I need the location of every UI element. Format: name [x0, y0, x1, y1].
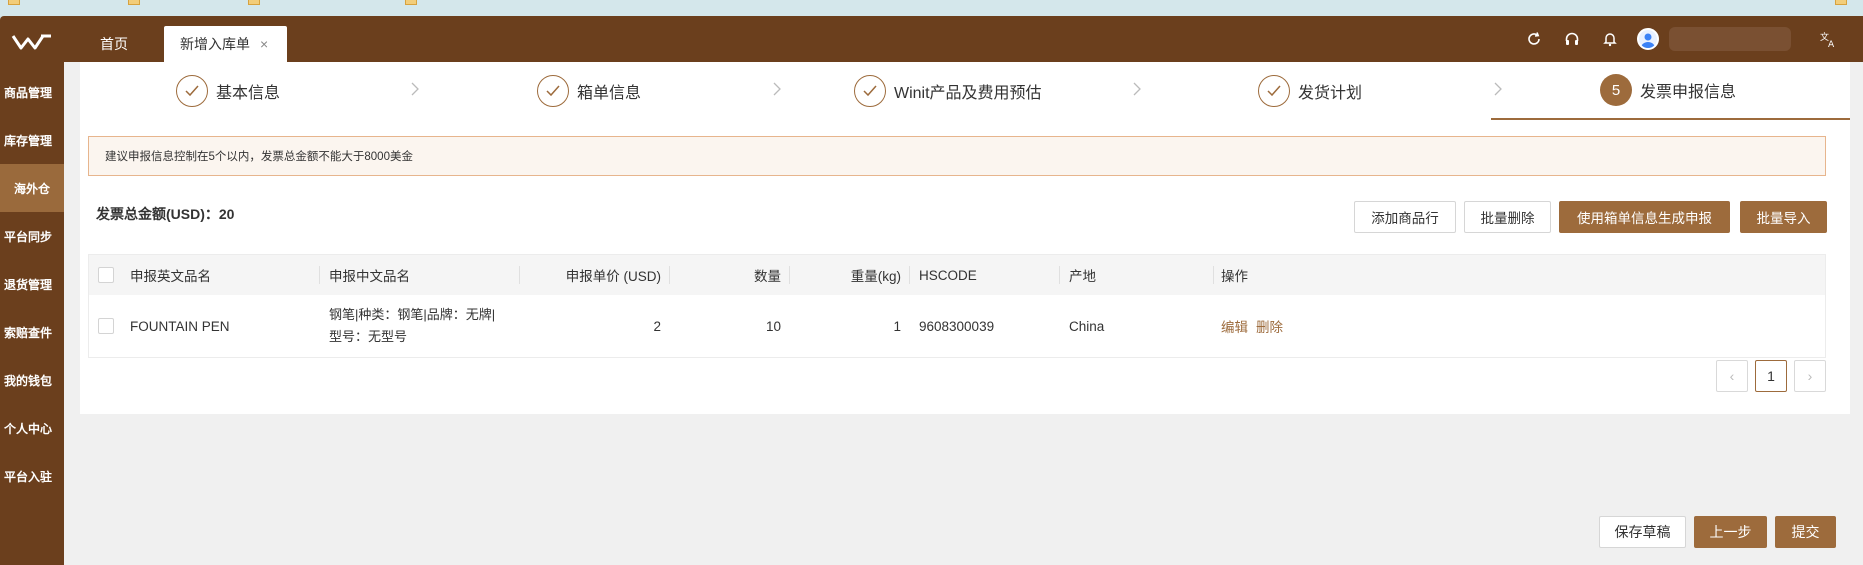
bookmark-folder-icon[interactable] — [128, 0, 140, 5]
prev-page-button[interactable]: ‹ — [1716, 360, 1748, 392]
row-hscode: 9608300039 — [919, 318, 995, 334]
check-icon — [1258, 75, 1290, 107]
top-icons: 文A — [1523, 16, 1863, 62]
check-icon — [537, 75, 569, 107]
step-indicator: 基本信息 箱单信息 Winit产品及费用预估 发货计划 5 发票申报信息 — [80, 62, 1850, 120]
submit-button[interactable]: 提交 — [1775, 516, 1836, 548]
col-hscode: HSCODE — [919, 267, 977, 283]
table-row: FOUNTAIN PEN 钢笔|种类：钢笔|品牌：无牌| 型号：无型号 2 10… — [89, 295, 1825, 357]
sidebar-item-profile[interactable]: 个人中心 — [0, 404, 64, 452]
bookmark-folder-icon[interactable] — [1835, 0, 1847, 5]
row-en-name: FOUNTAIN PEN — [130, 318, 230, 334]
delete-link[interactable]: 删除 — [1256, 316, 1283, 336]
row-cn-name-line: 型号：无型号 — [329, 329, 408, 344]
step-label: 基本信息 — [216, 85, 281, 102]
step-invoice-declaration[interactable]: 5 发票申报信息 — [1491, 62, 1850, 120]
winit-logo-icon[interactable] — [0, 16, 64, 68]
column-divider — [909, 266, 910, 284]
refresh-icon[interactable] — [1523, 28, 1545, 50]
sidebar-item-overseas-warehouse[interactable]: 海外仓 — [0, 164, 64, 212]
step-basic-info[interactable]: 基本信息 — [176, 62, 280, 120]
step-label: 发票申报信息 — [1640, 84, 1737, 101]
batch-import-button[interactable]: 批量导入 — [1740, 201, 1827, 233]
add-row-button[interactable]: 添加商品行 — [1354, 201, 1456, 233]
col-en-name: 申报英文品名 — [130, 269, 211, 284]
step-label: 发货计划 — [1298, 85, 1363, 102]
row-cn-name: 钢笔|种类：钢笔|品牌：无牌| 型号：无型号 — [329, 295, 517, 357]
tab-label: 新增入库单 — [180, 36, 250, 52]
step-label: 箱单信息 — [577, 85, 642, 102]
svg-text:A: A — [1828, 40, 1835, 48]
headset-icon[interactable] — [1561, 28, 1583, 50]
sidebar-item-wallet[interactable]: 我的钱包 — [0, 356, 64, 404]
step-shipping-plan[interactable]: 发货计划 — [1258, 62, 1362, 120]
select-all-checkbox[interactable] — [98, 255, 114, 295]
row-unit-price: 2 — [653, 318, 661, 334]
sidebar: 商品管理 库存管理 海外仓 平台同步 退货管理 索赔查件 我的钱包 个人中心 平… — [0, 16, 64, 565]
col-origin: 产地 — [1069, 269, 1096, 284]
username-redacted[interactable] — [1669, 27, 1791, 51]
row-quantity: 10 — [765, 318, 781, 334]
notice-banner: 建议申报信息控制在5个以内，发票总金额不能大于8000美金 — [88, 136, 1826, 176]
sidebar-item-returns[interactable]: 退货管理 — [0, 260, 64, 308]
invoice-total: 发票总金额(USD)：20 — [96, 206, 235, 222]
step-label: Winit产品及费用预估 — [894, 85, 1042, 102]
tab-new-inbound-order[interactable]: 新增入库单 × — [164, 26, 287, 62]
close-icon[interactable]: × — [260, 36, 268, 52]
check-icon — [854, 75, 886, 107]
bookmark-folder-icon[interactable] — [248, 0, 260, 5]
sidebar-item-platform-onboarding[interactable]: 平台入驻 — [0, 452, 64, 500]
edit-link[interactable]: 编辑 — [1221, 316, 1248, 336]
sidebar-item-inventory[interactable]: 库存管理 — [0, 116, 64, 164]
row-checkbox[interactable] — [98, 295, 114, 357]
prev-step-button[interactable]: 上一步 — [1694, 516, 1767, 548]
col-actions: 操作 — [1221, 269, 1248, 284]
step-packing-info[interactable]: 箱单信息 — [537, 62, 641, 120]
column-divider — [319, 266, 320, 284]
next-page-button[interactable]: › — [1794, 360, 1826, 392]
check-icon — [176, 75, 208, 107]
chevron-right-icon — [773, 82, 781, 96]
tab-home[interactable]: 首页 — [82, 26, 146, 62]
row-origin: China — [1069, 318, 1105, 334]
step-number-badge: 5 — [1600, 74, 1632, 106]
col-cn-name: 申报中文品名 — [329, 269, 410, 284]
chevron-right-icon — [1133, 82, 1141, 96]
col-weight: 重量(kg) — [850, 269, 901, 284]
row-weight: 1 — [893, 318, 901, 334]
main-content: 建议申报信息控制在5个以内，发票总金额不能大于8000美金 发票总金额(USD)… — [80, 120, 1850, 414]
bookmark-folder-icon[interactable] — [8, 0, 20, 5]
batch-delete-button[interactable]: 批量删除 — [1464, 201, 1551, 233]
translate-icon[interactable]: 文A — [1817, 28, 1839, 50]
col-unit-price: 申报单价 (USD) — [565, 269, 661, 284]
declaration-table: 申报英文品名 申报中文品名 申报单价 (USD) 数量 重量(kg) HSCOD… — [88, 254, 1826, 358]
app-window: 商品管理 库存管理 海外仓 平台同步 退货管理 索赔查件 我的钱包 个人中心 平… — [0, 16, 1863, 565]
step-winit-products[interactable]: Winit产品及费用预估 — [854, 62, 1042, 120]
column-divider — [1059, 266, 1060, 284]
column-divider — [1213, 266, 1214, 284]
chevron-right-icon — [411, 82, 419, 96]
row-actions: 编辑 删除 — [1221, 295, 1291, 357]
sidebar-item-product[interactable]: 商品管理 — [0, 68, 64, 116]
page-number-button[interactable]: 1 — [1755, 360, 1787, 392]
bookmark-folder-icon[interactable] — [405, 0, 417, 5]
row-cn-name-line: 钢笔|种类：钢笔|品牌：无牌| — [329, 307, 496, 322]
browser-bookmark-strip — [0, 0, 1863, 16]
generate-from-packing-button[interactable]: 使用箱单信息生成申报 — [1559, 201, 1730, 233]
sidebar-item-claims[interactable]: 索赔查件 — [0, 308, 64, 356]
top-bar: 首页 新增入库单 × 文A — [64, 16, 1863, 62]
save-draft-button[interactable]: 保存草稿 — [1599, 516, 1686, 548]
sidebar-item-platform-sync[interactable]: 平台同步 — [0, 212, 64, 260]
col-quantity: 数量 — [754, 269, 781, 284]
table-header: 申报英文品名 申报中文品名 申报单价 (USD) 数量 重量(kg) HSCOD… — [89, 255, 1825, 295]
bell-icon[interactable] — [1599, 28, 1621, 50]
avatar-icon[interactable] — [1637, 28, 1659, 50]
